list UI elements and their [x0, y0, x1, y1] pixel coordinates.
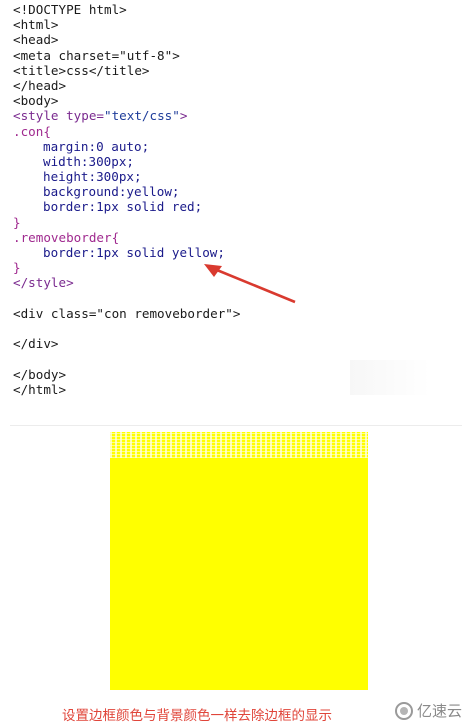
code-line: height:300px;	[13, 169, 240, 184]
code-brace: }	[13, 214, 21, 230]
code-text: <html>	[13, 17, 59, 33]
code-declaration: width:300px;	[43, 153, 134, 169]
code-style-tag-end: >	[179, 108, 188, 124]
code-line: </body>	[13, 367, 240, 382]
code-declaration: height:300px;	[43, 169, 142, 185]
yisu-logo-icon	[394, 701, 413, 720]
code-text: </style>	[13, 275, 74, 291]
code-line: <!DOCTYPE html>	[13, 2, 240, 17]
code-brace: }	[13, 260, 21, 276]
code-selector: .con{	[13, 123, 51, 139]
code-text: </div>	[13, 336, 59, 352]
code-text: <!DOCTYPE html>	[13, 2, 127, 17]
demo-yellow-box	[110, 432, 368, 690]
code-line: background:yellow;	[13, 184, 240, 199]
code-declaration: border:1px solid yellow;	[43, 245, 225, 260]
demo-box-top-noise	[110, 432, 368, 458]
code-text: </html>	[13, 381, 67, 397]
code-text: <meta charset="utf-8">	[13, 47, 180, 63]
code-line: <html>	[13, 17, 240, 32]
code-line: <head>	[13, 32, 240, 47]
code-line: width:300px;	[13, 154, 240, 169]
code-line: .con{	[13, 124, 240, 139]
code-text: </body>	[13, 366, 67, 382]
code-selector: .removeborder{	[13, 229, 120, 245]
code-line: <meta charset="utf-8">	[13, 48, 240, 63]
faint-shadow	[350, 360, 430, 395]
code-text: </head>	[13, 77, 67, 93]
code-line: </head>	[13, 78, 240, 93]
section-divider	[10, 425, 462, 426]
code-line: <title>css</title>	[13, 63, 240, 78]
code-text: <head>	[13, 32, 59, 48]
code-text: <body>	[13, 93, 59, 109]
code-declaration: margin:0 auto;	[43, 138, 150, 154]
code-style-value: "text/css"	[104, 108, 180, 124]
figure-caption: 设置边框颜色与背景颜色一样去除边框的显示	[62, 708, 332, 724]
code-line: </html>	[13, 382, 240, 397]
code-style-tag: <style	[13, 108, 67, 124]
code-style-attr: type=	[66, 108, 104, 124]
code-text: <div class="con removeborder">	[13, 305, 241, 321]
code-line: <body>	[13, 93, 240, 108]
code-line: </div>	[13, 336, 240, 351]
code-declaration: background:yellow;	[43, 184, 180, 200]
code-declaration: border:1px solid red;	[43, 199, 203, 215]
code-listing: <!DOCTYPE html> <html> <head> <meta char…	[13, 2, 240, 397]
watermark: 亿速云	[390, 698, 466, 723]
code-line: <div class="con removeborder">	[13, 306, 240, 321]
code-line: }	[13, 215, 240, 230]
code-line: .removeborder{	[13, 230, 240, 245]
code-line-style-open: <style type="text/css">	[13, 108, 240, 123]
code-line: margin:0 auto;	[13, 139, 240, 154]
code-text: <title>css</title>	[13, 62, 150, 78]
watermark-text: 亿速云	[416, 702, 462, 720]
code-line: border:1px solid red;	[13, 199, 240, 214]
annotation-arrow-icon	[204, 264, 296, 304]
